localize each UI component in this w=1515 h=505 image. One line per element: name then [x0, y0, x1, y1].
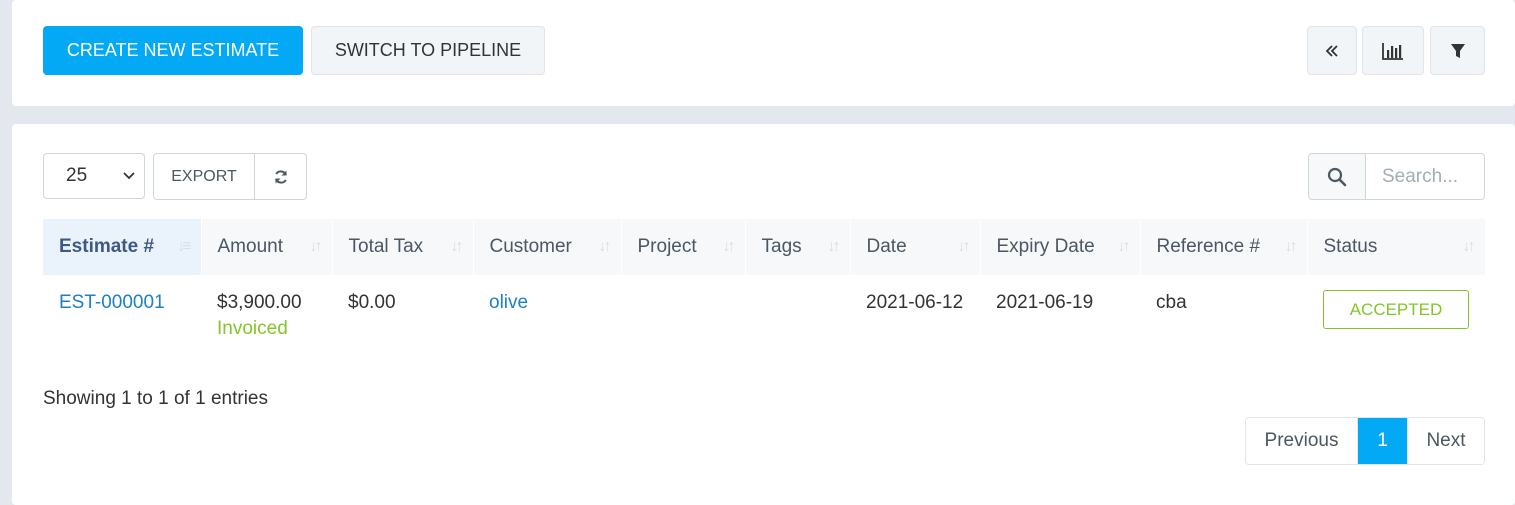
- column-header-label: Date: [866, 236, 907, 257]
- refresh-button[interactable]: [254, 153, 307, 200]
- estimate-number-link[interactable]: EST-000001: [59, 292, 165, 313]
- column-header-tags[interactable]: Tags ↓↑: [745, 219, 851, 275]
- page-1-button[interactable]: 1: [1358, 418, 1407, 464]
- table-row: EST-000001 $3,900.00 Invoiced $0.00 oliv…: [43, 275, 1485, 367]
- create-new-estimate-button[interactable]: CREATE NEW ESTIMATE: [43, 26, 303, 75]
- chart-button[interactable]: [1362, 26, 1424, 75]
- reference-value: cba: [1156, 292, 1187, 313]
- search-input[interactable]: [1366, 154, 1484, 199]
- estimates-table-panel: 25 EXPORT Search... Estimate # ↓≡ Amount…: [12, 124, 1515, 505]
- sort-icon: ↓↑: [598, 238, 612, 255]
- sort-icon: ↓↑: [1284, 238, 1298, 255]
- column-header-label: Expiry Date: [996, 236, 1095, 257]
- column-header-label: Tags: [761, 236, 802, 257]
- estimates-table: Estimate # ↓≡ Amount ↓↑ Total Tax ↓↑ Cus…: [43, 219, 1486, 367]
- refresh-icon: [273, 169, 289, 185]
- column-header-project[interactable]: Project ↓↑: [621, 219, 746, 275]
- sort-icon: ↓↑: [450, 238, 464, 255]
- column-header-total-tax[interactable]: Total Tax ↓↑: [332, 219, 474, 275]
- date-value: 2021-06-12: [866, 292, 964, 313]
- sort-icon: ↓↑: [722, 238, 736, 255]
- collapse-button[interactable]: [1307, 26, 1357, 75]
- next-page-button[interactable]: Next: [1407, 418, 1484, 464]
- status-badge: ACCEPTED: [1323, 290, 1469, 329]
- filter-button[interactable]: [1430, 26, 1485, 75]
- chevron-down-icon: [122, 165, 136, 187]
- column-header-label: Project: [637, 236, 697, 257]
- switch-to-pipeline-button[interactable]: SWITCH TO PIPELINE: [311, 26, 545, 75]
- previous-page-button[interactable]: Previous: [1246, 418, 1358, 464]
- column-header-estimate[interactable]: Estimate # ↓≡: [43, 219, 202, 275]
- invoiced-label: Invoiced: [217, 318, 288, 339]
- double-chevron-left-icon: [1324, 44, 1340, 58]
- column-header-status[interactable]: Status ↓↑: [1307, 219, 1486, 275]
- sort-icon: ↓↑: [1117, 238, 1131, 255]
- table-header-row: Estimate # ↓≡ Amount ↓↑ Total Tax ↓↑ Cus…: [43, 219, 1486, 275]
- sort-icon: ↓↑: [957, 238, 971, 255]
- column-header-label: Estimate #: [59, 236, 155, 257]
- entries-info: Showing 1 to 1 of 1 entries: [43, 388, 268, 409]
- sort-icon: ↓≡: [177, 238, 191, 255]
- column-header-label: Reference #: [1156, 236, 1261, 257]
- filter-icon: [1450, 43, 1466, 59]
- column-header-label: Total Tax: [348, 236, 424, 257]
- export-button[interactable]: EXPORT: [153, 153, 255, 200]
- column-header-customer[interactable]: Customer ↓↑: [473, 219, 622, 275]
- page-length-value: 25: [66, 165, 88, 186]
- bar-chart-icon: [1382, 42, 1404, 60]
- expiry-date-value: 2021-06-19: [996, 292, 1094, 313]
- search-icon: [1309, 154, 1366, 199]
- search-group: [1308, 153, 1485, 200]
- amount-value: $3,900.00: [217, 292, 302, 313]
- page-length-select[interactable]: 25: [43, 153, 145, 199]
- sort-icon: ↓↑: [309, 238, 323, 255]
- column-header-expiry-date[interactable]: Expiry Date ↓↑: [980, 219, 1141, 275]
- column-header-reference[interactable]: Reference # ↓↑: [1140, 219, 1308, 275]
- column-header-label: Status: [1323, 236, 1378, 257]
- column-header-label: Customer: [489, 236, 572, 257]
- total-tax-value: $0.00: [348, 292, 396, 313]
- column-header-label: Amount: [217, 236, 283, 257]
- sort-icon: ↓↑: [827, 238, 841, 255]
- sort-icon: ↓↑: [1462, 238, 1476, 255]
- pagination: Previous 1 Next: [1245, 417, 1485, 465]
- top-toolbar-panel: CREATE NEW ESTIMATE SWITCH TO PIPELINE: [12, 0, 1515, 106]
- column-header-amount[interactable]: Amount ↓↑: [201, 219, 333, 275]
- customer-link[interactable]: olive: [489, 292, 528, 313]
- column-header-date[interactable]: Date ↓↑: [850, 219, 981, 275]
